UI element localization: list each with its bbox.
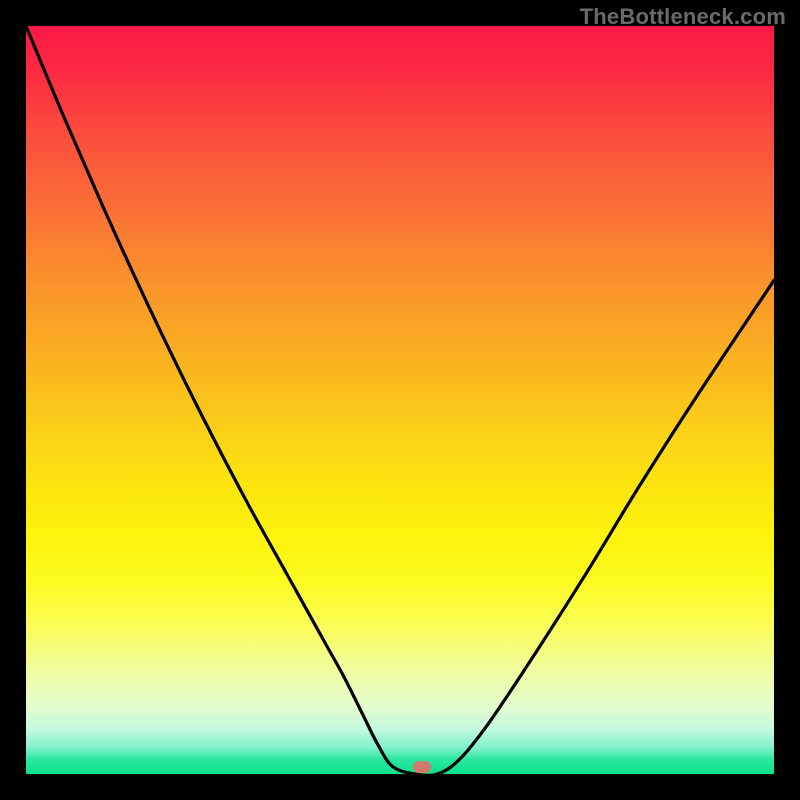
bottleneck-dot [413,761,431,773]
plot-area [26,26,774,774]
chart-frame: TheBottleneck.com [0,0,800,800]
curve-path [26,26,774,774]
watermark-text: TheBottleneck.com [580,4,786,30]
bottleneck-curve [26,26,774,774]
